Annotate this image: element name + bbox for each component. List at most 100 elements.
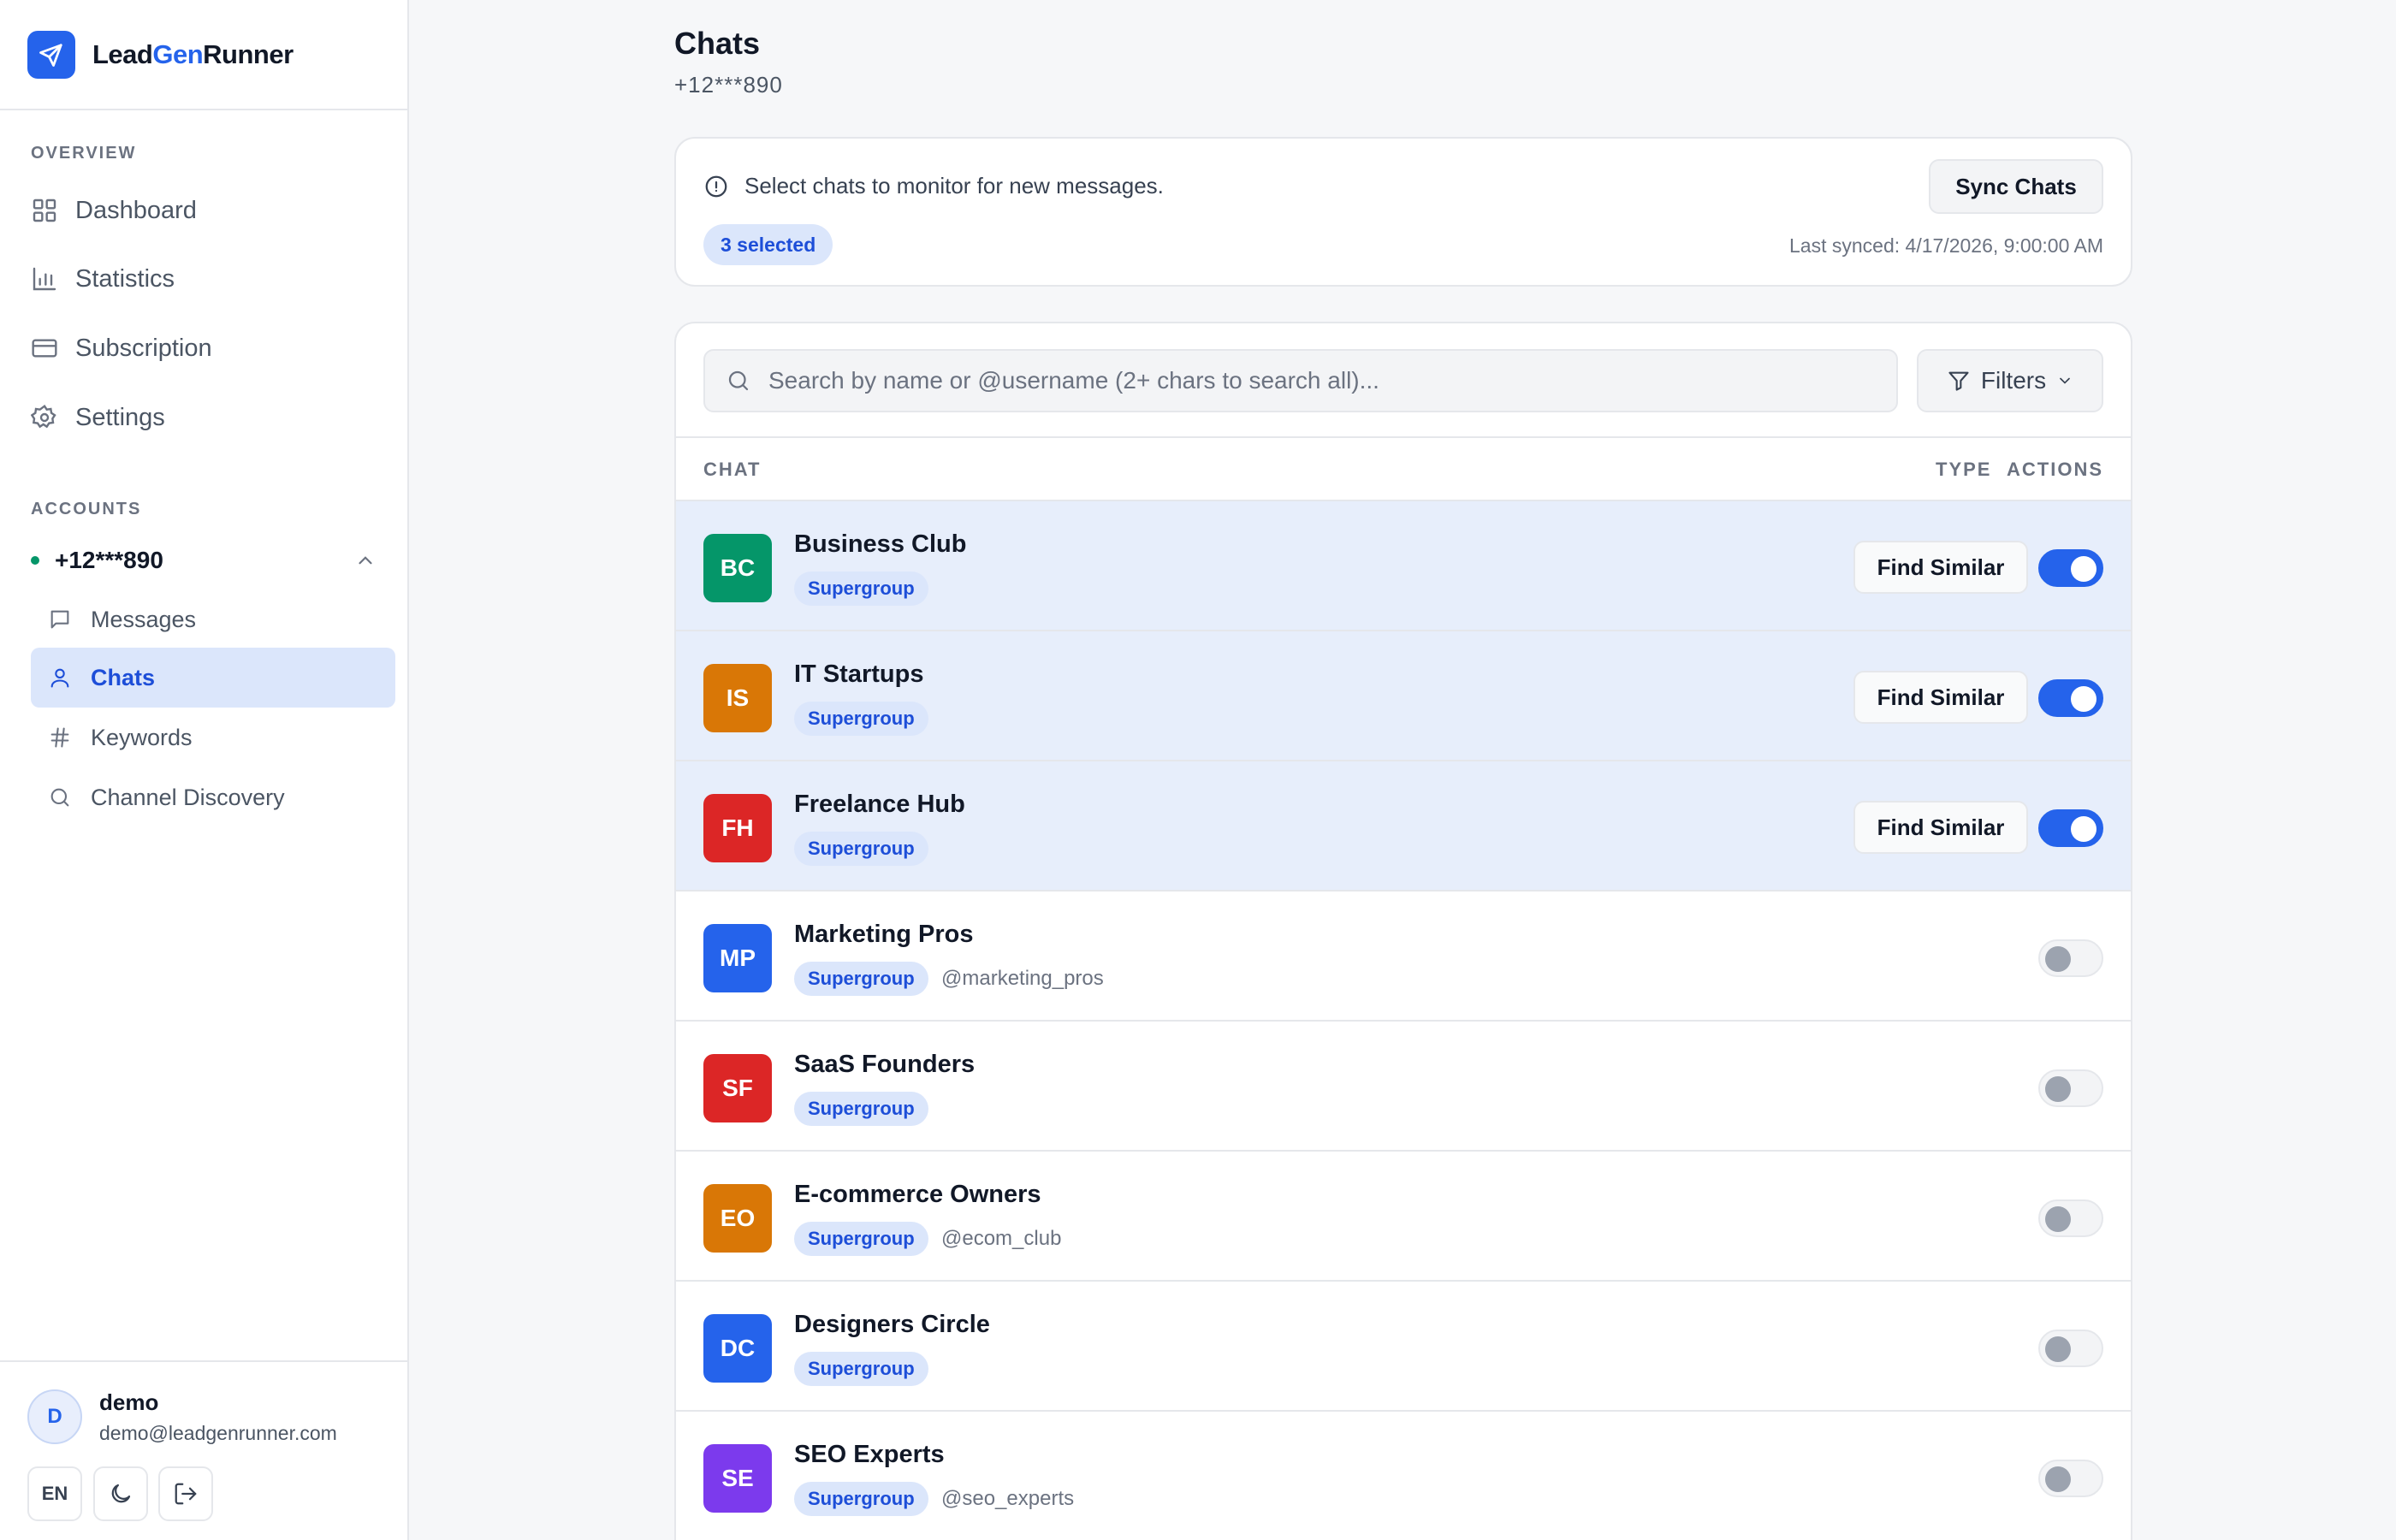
search-icon [728, 370, 749, 391]
column-header-type[interactable]: TYPE [1936, 459, 1991, 481]
chat-row[interactable]: MP Marketing Pros Supergroup @marketing_… [676, 891, 2131, 1022]
section-label-overview: OVERVIEW [31, 144, 137, 163]
chat-row[interactable]: IS IT Startups Supergroup Find Similar [676, 631, 2131, 761]
monitor-toggle[interactable] [2038, 1069, 2103, 1107]
chat-type-badge: Supergroup [794, 1222, 928, 1256]
sidebar-item-label: Statistics [75, 264, 175, 293]
sidebar-item-settings[interactable]: Settings [31, 392, 165, 443]
sync-chats-button[interactable]: Sync Chats [1929, 159, 2103, 214]
chat-name: IT Startups [794, 660, 924, 688]
account-toggle[interactable]: +12***890 [31, 539, 377, 582]
section-label-accounts: ACCOUNTS [31, 500, 142, 518]
toggle-knob [2045, 1206, 2071, 1232]
sidebar-item-label: Messages [91, 606, 197, 632]
credit-card-icon [32, 339, 57, 358]
chat-avatar: BC [703, 534, 772, 602]
find-similar-button[interactable]: Find Similar [1853, 671, 2028, 724]
info-message: Select chats to monitor for new messages… [703, 173, 1164, 199]
find-similar-button[interactable]: Find Similar [1853, 801, 2028, 854]
monitor-toggle[interactable] [2038, 549, 2103, 587]
page-subtitle: +12***890 [674, 72, 783, 98]
avatar[interactable]: D [27, 1389, 82, 1444]
column-header-chat[interactable]: CHAT [703, 459, 761, 481]
chat-row[interactable]: EO E-commerce Owners Supergroup @ecom_cl… [676, 1152, 2131, 1282]
page-title: Chats [674, 26, 761, 61]
sidebar-item-label: Keywords [91, 724, 193, 750]
user-name: demo [99, 1389, 159, 1415]
logout-button[interactable] [158, 1466, 213, 1521]
chat-avatar: IS [703, 664, 772, 732]
find-similar-button[interactable]: Find Similar [1853, 541, 2028, 594]
selected-count-badge: 3 selected [703, 224, 833, 265]
bar-chart-icon [33, 267, 56, 291]
brand[interactable]: LeadGenRunner [0, 0, 407, 110]
toggle-knob [2045, 1076, 2071, 1102]
chat-type-badge: Supergroup [794, 1482, 928, 1516]
chat-row[interactable]: SF SaaS Founders Supergroup [676, 1022, 2131, 1152]
toggle-knob [2071, 686, 2096, 712]
search-box[interactable] [703, 349, 1898, 412]
chat-row[interactable]: DC Designers Circle Supergroup [676, 1282, 2131, 1412]
monitor-toggle[interactable] [2038, 1460, 2103, 1497]
message-icon [50, 610, 69, 629]
monitor-toggle[interactable] [2038, 1330, 2103, 1367]
toggle-knob [2045, 1336, 2071, 1362]
sidebar-item-statistics[interactable]: Statistics [31, 253, 175, 305]
chat-avatar: DC [703, 1314, 772, 1383]
chat-row[interactable]: SE SEO Experts Supergroup @seo_experts [676, 1412, 2131, 1540]
chat-username: @ecom_club [941, 1227, 1062, 1250]
theme-toggle-button[interactable] [93, 1466, 148, 1521]
search-input[interactable] [768, 367, 1881, 394]
filters-button[interactable]: Filters [1917, 349, 2103, 412]
table-header: CHAT TYPE ACTIONS [676, 436, 2131, 501]
hash-icon [50, 727, 69, 748]
chat-row[interactable]: BC Business Club Supergroup Find Similar [676, 501, 2131, 631]
toggle-knob [2071, 816, 2096, 842]
gear-icon [31, 404, 56, 429]
sidebar-item-label: Chats [91, 664, 156, 690]
sidebar-footer: D demo demo@leadgenrunner.com EN [0, 1360, 407, 1540]
chat-avatar: EO [703, 1184, 772, 1253]
last-synced-text: Last synced: 4/17/2026, 9:00:00 AM [1789, 234, 2103, 257]
chat-type-badge: Supergroup [794, 832, 928, 866]
chat-list-card: Filters CHAT TYPE ACTIONS BC Business Cl… [674, 322, 2132, 1540]
paper-plane-icon [27, 30, 75, 79]
sidebar-item-label: Subscription [75, 334, 212, 362]
monitor-toggle[interactable] [2038, 939, 2103, 977]
monitor-toggle[interactable] [2038, 679, 2103, 717]
filters-label: Filters [1980, 367, 2047, 394]
chat-type-badge: Supergroup [794, 572, 928, 606]
chat-row[interactable]: FH Freelance Hub Supergroup Find Similar [676, 761, 2131, 891]
info-card: Select chats to monitor for new messages… [674, 137, 2132, 287]
user-email: demo@leadgenrunner.com [99, 1422, 337, 1444]
toggle-knob [2071, 556, 2096, 582]
sidebar-item-label: Dashboard [75, 196, 197, 224]
monitor-toggle[interactable] [2038, 1199, 2103, 1237]
sidebar-item-keywords[interactable]: Keywords [31, 708, 395, 767]
chat-avatar: SF [703, 1054, 772, 1122]
monitor-toggle[interactable] [2038, 809, 2103, 847]
chat-name: Freelance Hub [794, 791, 965, 818]
info-icon [705, 175, 727, 197]
user-icon [50, 668, 69, 688]
sidebar-item-dashboard[interactable]: Dashboard [31, 185, 197, 236]
chevron-up-icon [359, 556, 372, 565]
online-status-dot [31, 556, 39, 565]
account-phone: +12***890 [55, 547, 163, 573]
sidebar-item-channel-discovery[interactable]: Channel Discovery [31, 767, 395, 827]
logout-icon [175, 1483, 197, 1505]
chat-name: Marketing Pros [794, 921, 974, 948]
chat-name: E-commerce Owners [794, 1181, 1041, 1208]
sidebar-item-messages[interactable]: Messages [31, 589, 395, 649]
sidebar-item-subscription[interactable]: Subscription [31, 323, 212, 374]
column-header-actions: ACTIONS [2007, 459, 2103, 480]
sidebar: LeadGenRunner OVERVIEW Dashboard Statist… [0, 0, 409, 1540]
chat-name: SaaS Founders [794, 1051, 976, 1078]
sidebar-item-chats[interactable]: Chats [31, 648, 395, 708]
chat-type-badge: Supergroup [794, 962, 928, 996]
search-icon [50, 788, 69, 807]
chat-type-badge: Supergroup [794, 1092, 928, 1126]
language-button[interactable]: EN [27, 1466, 82, 1521]
brand-name: LeadGenRunner [92, 38, 294, 69]
chat-name: SEO Experts [794, 1441, 945, 1468]
